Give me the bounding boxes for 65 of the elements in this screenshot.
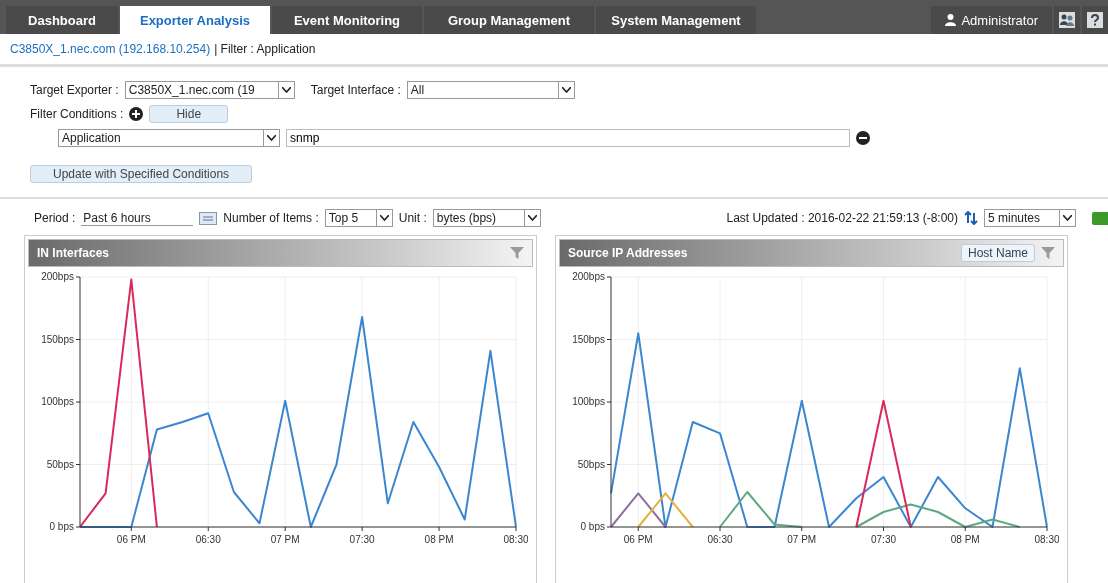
axis-label: 07 PM (270, 534, 300, 545)
update-button[interactable]: Update with Specified Conditions (30, 165, 253, 183)
nav-tab[interactable]: Group Management (424, 6, 594, 34)
filter-summary: | Filter : Application (214, 42, 316, 56)
nav-tab[interactable]: System Management (596, 6, 756, 34)
field-label: Unit : (398, 211, 427, 225)
axis-label: 06:30 (195, 534, 221, 545)
calendar-icon[interactable] (199, 211, 218, 225)
period-field[interactable]: Past 6 hours (81, 210, 194, 226)
nav-tab[interactable]: Dashboard (6, 6, 118, 34)
unit-select[interactable]: bytes (bps) (432, 209, 541, 227)
last-updated-text: Last Updated : 2016-02-22 21:59:13 (-8:00) (726, 211, 958, 225)
help-icon (1087, 12, 1103, 28)
field-label: Filter Conditions : (30, 107, 124, 121)
panel-title: IN Interfaces (37, 246, 110, 260)
axis-label: 0 bps (49, 521, 74, 532)
field-label: Number of Items : (223, 211, 319, 225)
nav-tab[interactable]: Event Monitoring (272, 6, 422, 34)
user-icon (945, 14, 957, 26)
refresh-icon[interactable] (964, 211, 978, 225)
remove-icon[interactable] (856, 131, 870, 145)
caret-icon (277, 82, 294, 98)
axis-label: 50bps (46, 458, 74, 470)
condition-value-field[interactable]: snmp (286, 129, 850, 147)
user-menu[interactable]: Administrator (931, 6, 1052, 34)
axis-label: 07 PM (787, 534, 817, 545)
axis-label: 150bps (572, 333, 605, 345)
condition-select[interactable]: Application (58, 129, 280, 147)
axis-label: 08:30 (503, 534, 528, 545)
interface-select[interactable]: All (406, 81, 575, 99)
hide-button[interactable]: Hide (149, 105, 229, 123)
panel-title: Source IP Addresses (568, 246, 688, 260)
users-button[interactable] (1054, 6, 1080, 34)
axis-label: 150bps (41, 333, 74, 345)
axis-label: 50bps (577, 458, 605, 470)
axis-label: 100bps (41, 396, 74, 407)
caret-icon (557, 82, 574, 98)
add-icon[interactable] (129, 107, 144, 121)
exporter-select[interactable]: C3850X_1.nec.com (19 (124, 81, 295, 99)
axis-label: 06:30 (707, 534, 733, 545)
field-label: Target Interface : (310, 83, 401, 97)
axis-label: 06 PM (623, 534, 653, 545)
axis-label: 08:30 (1034, 534, 1059, 545)
axis-label: 07:30 (349, 534, 375, 545)
axis-label: 08 PM (950, 534, 980, 545)
refresh-interval-select[interactable]: 5 minutes (984, 209, 1076, 227)
exporter-link[interactable]: C3850X_1.nec.com (192.168.10.254) (10, 42, 211, 56)
items-select[interactable]: Top 5 (324, 209, 393, 227)
field-label: Target Exporter : (30, 83, 119, 97)
axis-label: 08 PM (424, 534, 454, 545)
axis-label: 0 bps (580, 521, 605, 532)
nav-tab[interactable]: Exporter Analysis (120, 6, 270, 34)
caret-icon (523, 210, 540, 226)
help-button[interactable] (1082, 6, 1108, 34)
caret-icon (263, 130, 279, 146)
axis-label: 200bps (572, 271, 605, 282)
axis-label: 06 PM (116, 534, 146, 545)
axis-label: 100bps (572, 396, 605, 407)
axis-label: 200bps (41, 271, 74, 282)
field-label: Period : (34, 211, 76, 225)
caret-icon (1059, 210, 1075, 226)
host-name-button[interactable]: Host Name (960, 244, 1035, 262)
users-icon (1059, 12, 1075, 28)
axis-label: 07:30 (871, 534, 896, 545)
caret-icon (375, 210, 392, 226)
